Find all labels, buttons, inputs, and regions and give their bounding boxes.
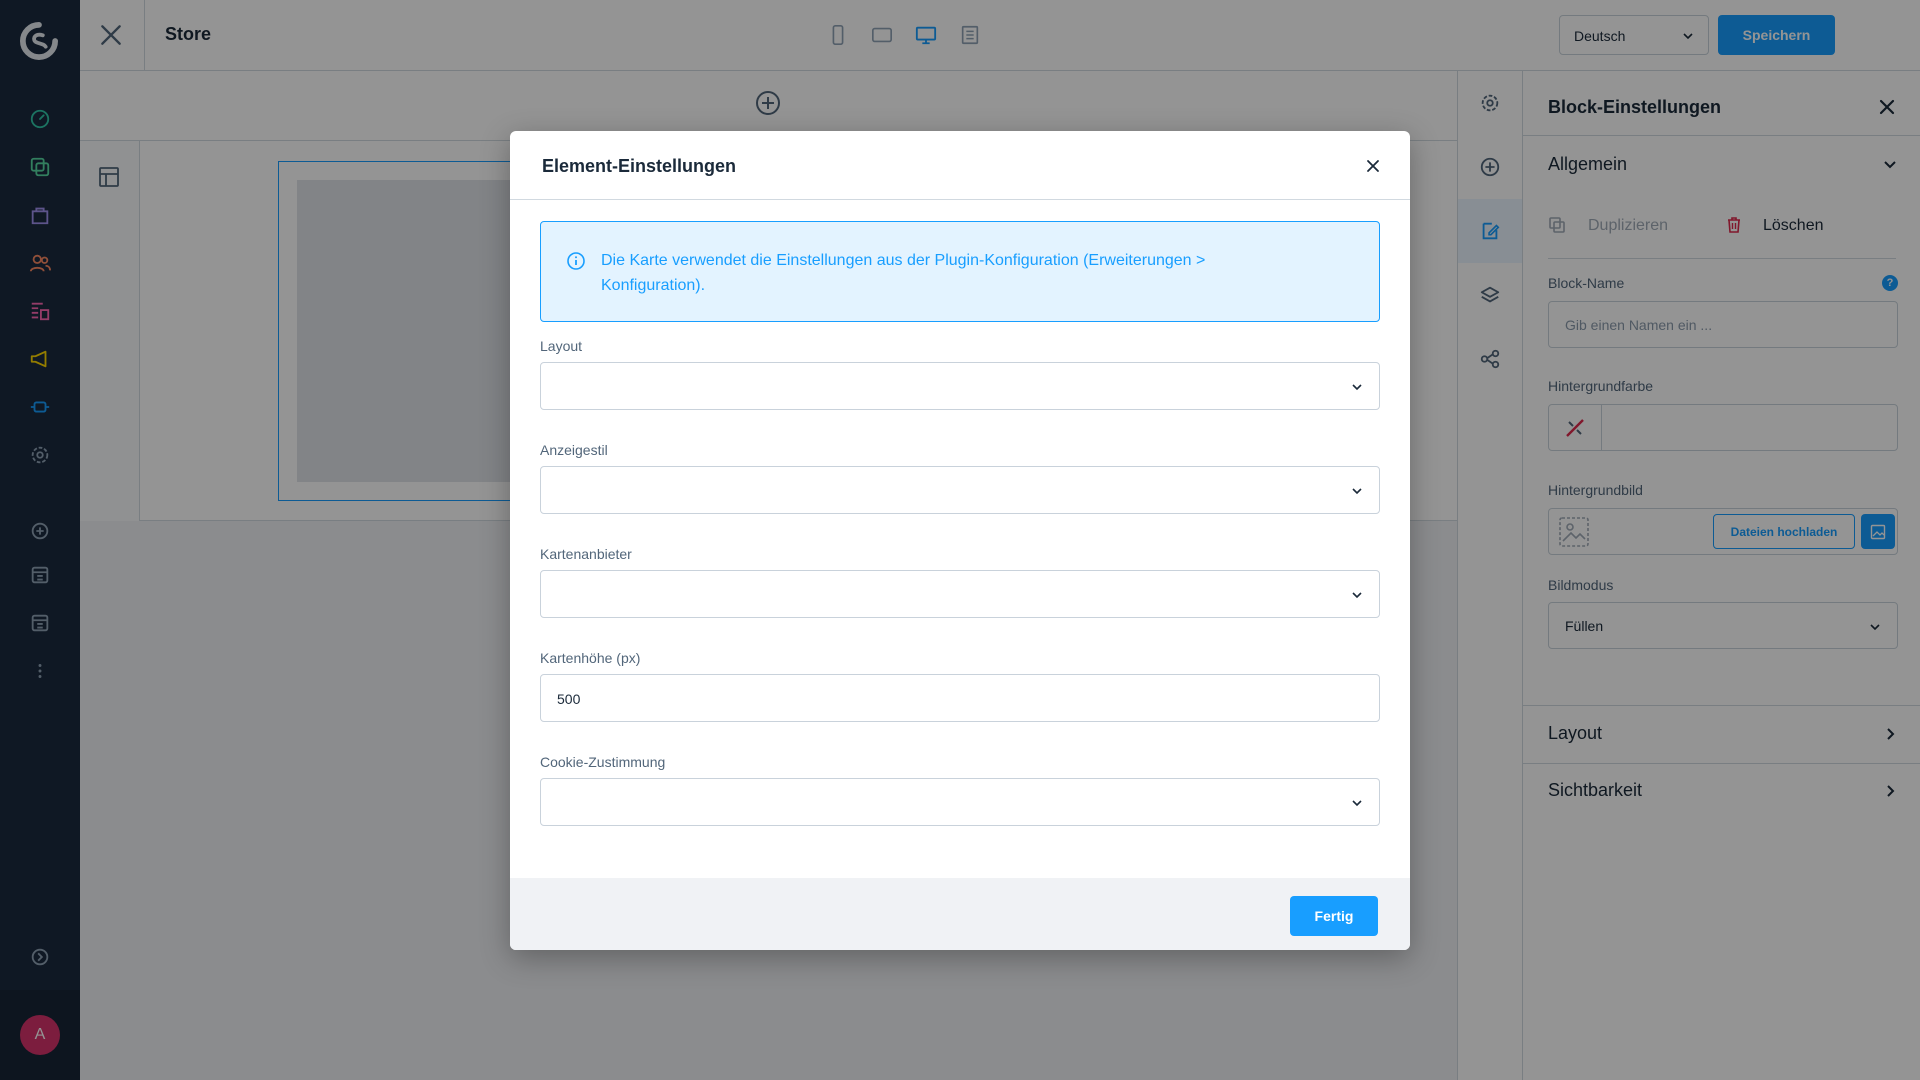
modal-title: Element-Einstellungen (542, 156, 737, 176)
close-icon[interactable] (1366, 159, 1380, 173)
info-alert: Die Karte verwendet die Einstellungen au… (540, 221, 1380, 322)
display-style-label: Anzeigestil (540, 442, 608, 458)
cookie-consent-select[interactable] (540, 778, 1380, 826)
map-provider-select[interactable] (540, 570, 1380, 618)
chevron-down-icon (1352, 384, 1362, 391)
modal-header: Element-Einstellungen (510, 131, 1410, 200)
info-alert-text: Die Karte verwendet die Einstellungen au… (601, 252, 1206, 294)
map-provider-label: Kartenanbieter (540, 546, 632, 562)
display-style-select[interactable] (540, 466, 1380, 514)
layout-select[interactable] (540, 362, 1380, 410)
info-icon (567, 252, 585, 270)
element-settings-modal: Element-Einstellungen Die Karte verwende… (510, 131, 1410, 950)
chevron-down-icon (1352, 592, 1362, 599)
cookie-consent-label: Cookie-Zustimmung (540, 754, 666, 770)
layout-label: Layout (540, 338, 583, 354)
modal-footer: Fertig (510, 878, 1410, 950)
map-height-label: Kartenhöhe (px) (540, 650, 641, 666)
done-button[interactable]: Fertig (1290, 896, 1378, 936)
chevron-down-icon (1352, 800, 1362, 807)
chevron-down-icon (1352, 488, 1362, 495)
map-height-input[interactable]: 500 (540, 674, 1380, 722)
